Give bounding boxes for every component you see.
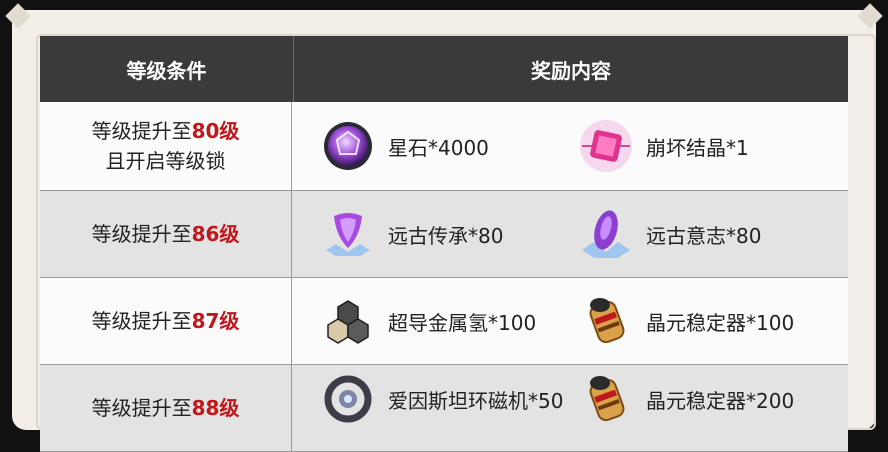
reward-cell: 超导金属氢*100 晶元稳定器*100 xyxy=(292,278,848,364)
condition-cell: 等级提升至80级 且开启等级锁 xyxy=(40,102,292,190)
condition-prefix: 等级提升至 xyxy=(91,119,192,143)
corner-ornament xyxy=(5,3,31,29)
condition-cell: 等级提升至87级 xyxy=(40,278,292,364)
table-row: 等级提升至88级 爱因斯坦环磁机*50 晶元稳定器*200 xyxy=(40,365,848,452)
header-reward: 奖励内容 xyxy=(531,58,611,83)
condition-line: 等级提升至86级 xyxy=(92,219,240,249)
condition-level: 80级 xyxy=(191,119,240,143)
reward-name: 星石*4000 xyxy=(388,135,489,160)
condition-cell: 等级提升至86级 xyxy=(40,191,292,277)
reward-cell: 远古传承*80 远古意志*80 xyxy=(292,191,848,277)
condition-line: 等级提升至80级 xyxy=(92,116,240,146)
reward-item[interactable]: 远古传承*80 xyxy=(320,206,590,262)
header-condition: 等级条件 xyxy=(40,36,294,102)
metallic-hydrogen-icon xyxy=(320,293,376,349)
table-row: 等级提升至86级 远古传承*80 远古意志*80 xyxy=(40,191,848,278)
einstein-torus-icon xyxy=(320,371,376,427)
table-header: 等级条件 奖励内容 xyxy=(40,36,848,102)
reward-item[interactable]: 星石*4000 xyxy=(320,118,590,174)
corner-ornament xyxy=(857,3,883,29)
condition-suffix: 且开启等级锁 xyxy=(105,149,226,173)
condition-level: 86级 xyxy=(191,222,240,246)
reward-item[interactable]: 晶元稳定器*200 xyxy=(578,371,848,427)
reward-name: 崩坏结晶*1 xyxy=(646,135,749,160)
reward-name: 超导金属氢*100 xyxy=(388,310,537,335)
reward-item[interactable]: 晶元稳定器*100 xyxy=(578,293,848,349)
reward-cell: 星石*4000 崩坏结晶*1 xyxy=(292,102,848,190)
condition-level: 87级 xyxy=(191,309,240,333)
honkai-crystal-icon xyxy=(578,118,634,174)
crystal-stabilizer-icon xyxy=(578,293,634,349)
star-stone-icon xyxy=(320,118,376,174)
condition-prefix: 等级提升至 xyxy=(91,309,192,333)
crystal-stabilizer-icon xyxy=(578,371,634,427)
ancient-will-icon xyxy=(578,206,634,262)
reward-item[interactable]: 爱因斯坦环磁机*50 xyxy=(320,371,590,427)
reward-item[interactable]: 崩坏结晶*1 xyxy=(578,118,848,174)
reward-name: 远古意志*80 xyxy=(646,223,762,248)
condition-line: 等级提升至87级 xyxy=(92,306,240,336)
reward-name: 远古传承*80 xyxy=(388,223,504,248)
reward-name: 晶元稳定器*200 xyxy=(646,388,795,413)
reward-item[interactable]: 远古意志*80 xyxy=(578,206,848,262)
condition-prefix: 等级提升至 xyxy=(91,222,192,246)
rewards-table: 等级条件 奖励内容 等级提升至80级 且开启等级锁 星石*4000 崩坏结晶*1… xyxy=(40,36,848,452)
reward-cell: 爱因斯坦环磁机*50 晶元稳定器*200 xyxy=(292,365,848,451)
condition-cell: 等级提升至88级 xyxy=(40,365,292,451)
ancient-legacy-icon xyxy=(320,206,376,262)
reward-item[interactable]: 超导金属氢*100 xyxy=(320,293,590,349)
table-row: 等级提升至80级 且开启等级锁 星石*4000 崩坏结晶*1 xyxy=(40,102,848,191)
condition-line: 等级提升至88级 xyxy=(92,393,240,423)
reward-name: 晶元稳定器*100 xyxy=(646,310,795,335)
reward-name: 爱因斯坦环磁机*50 xyxy=(388,388,564,413)
table-row: 等级提升至87级 超导金属氢*100 晶元稳定器*100 xyxy=(40,278,848,365)
